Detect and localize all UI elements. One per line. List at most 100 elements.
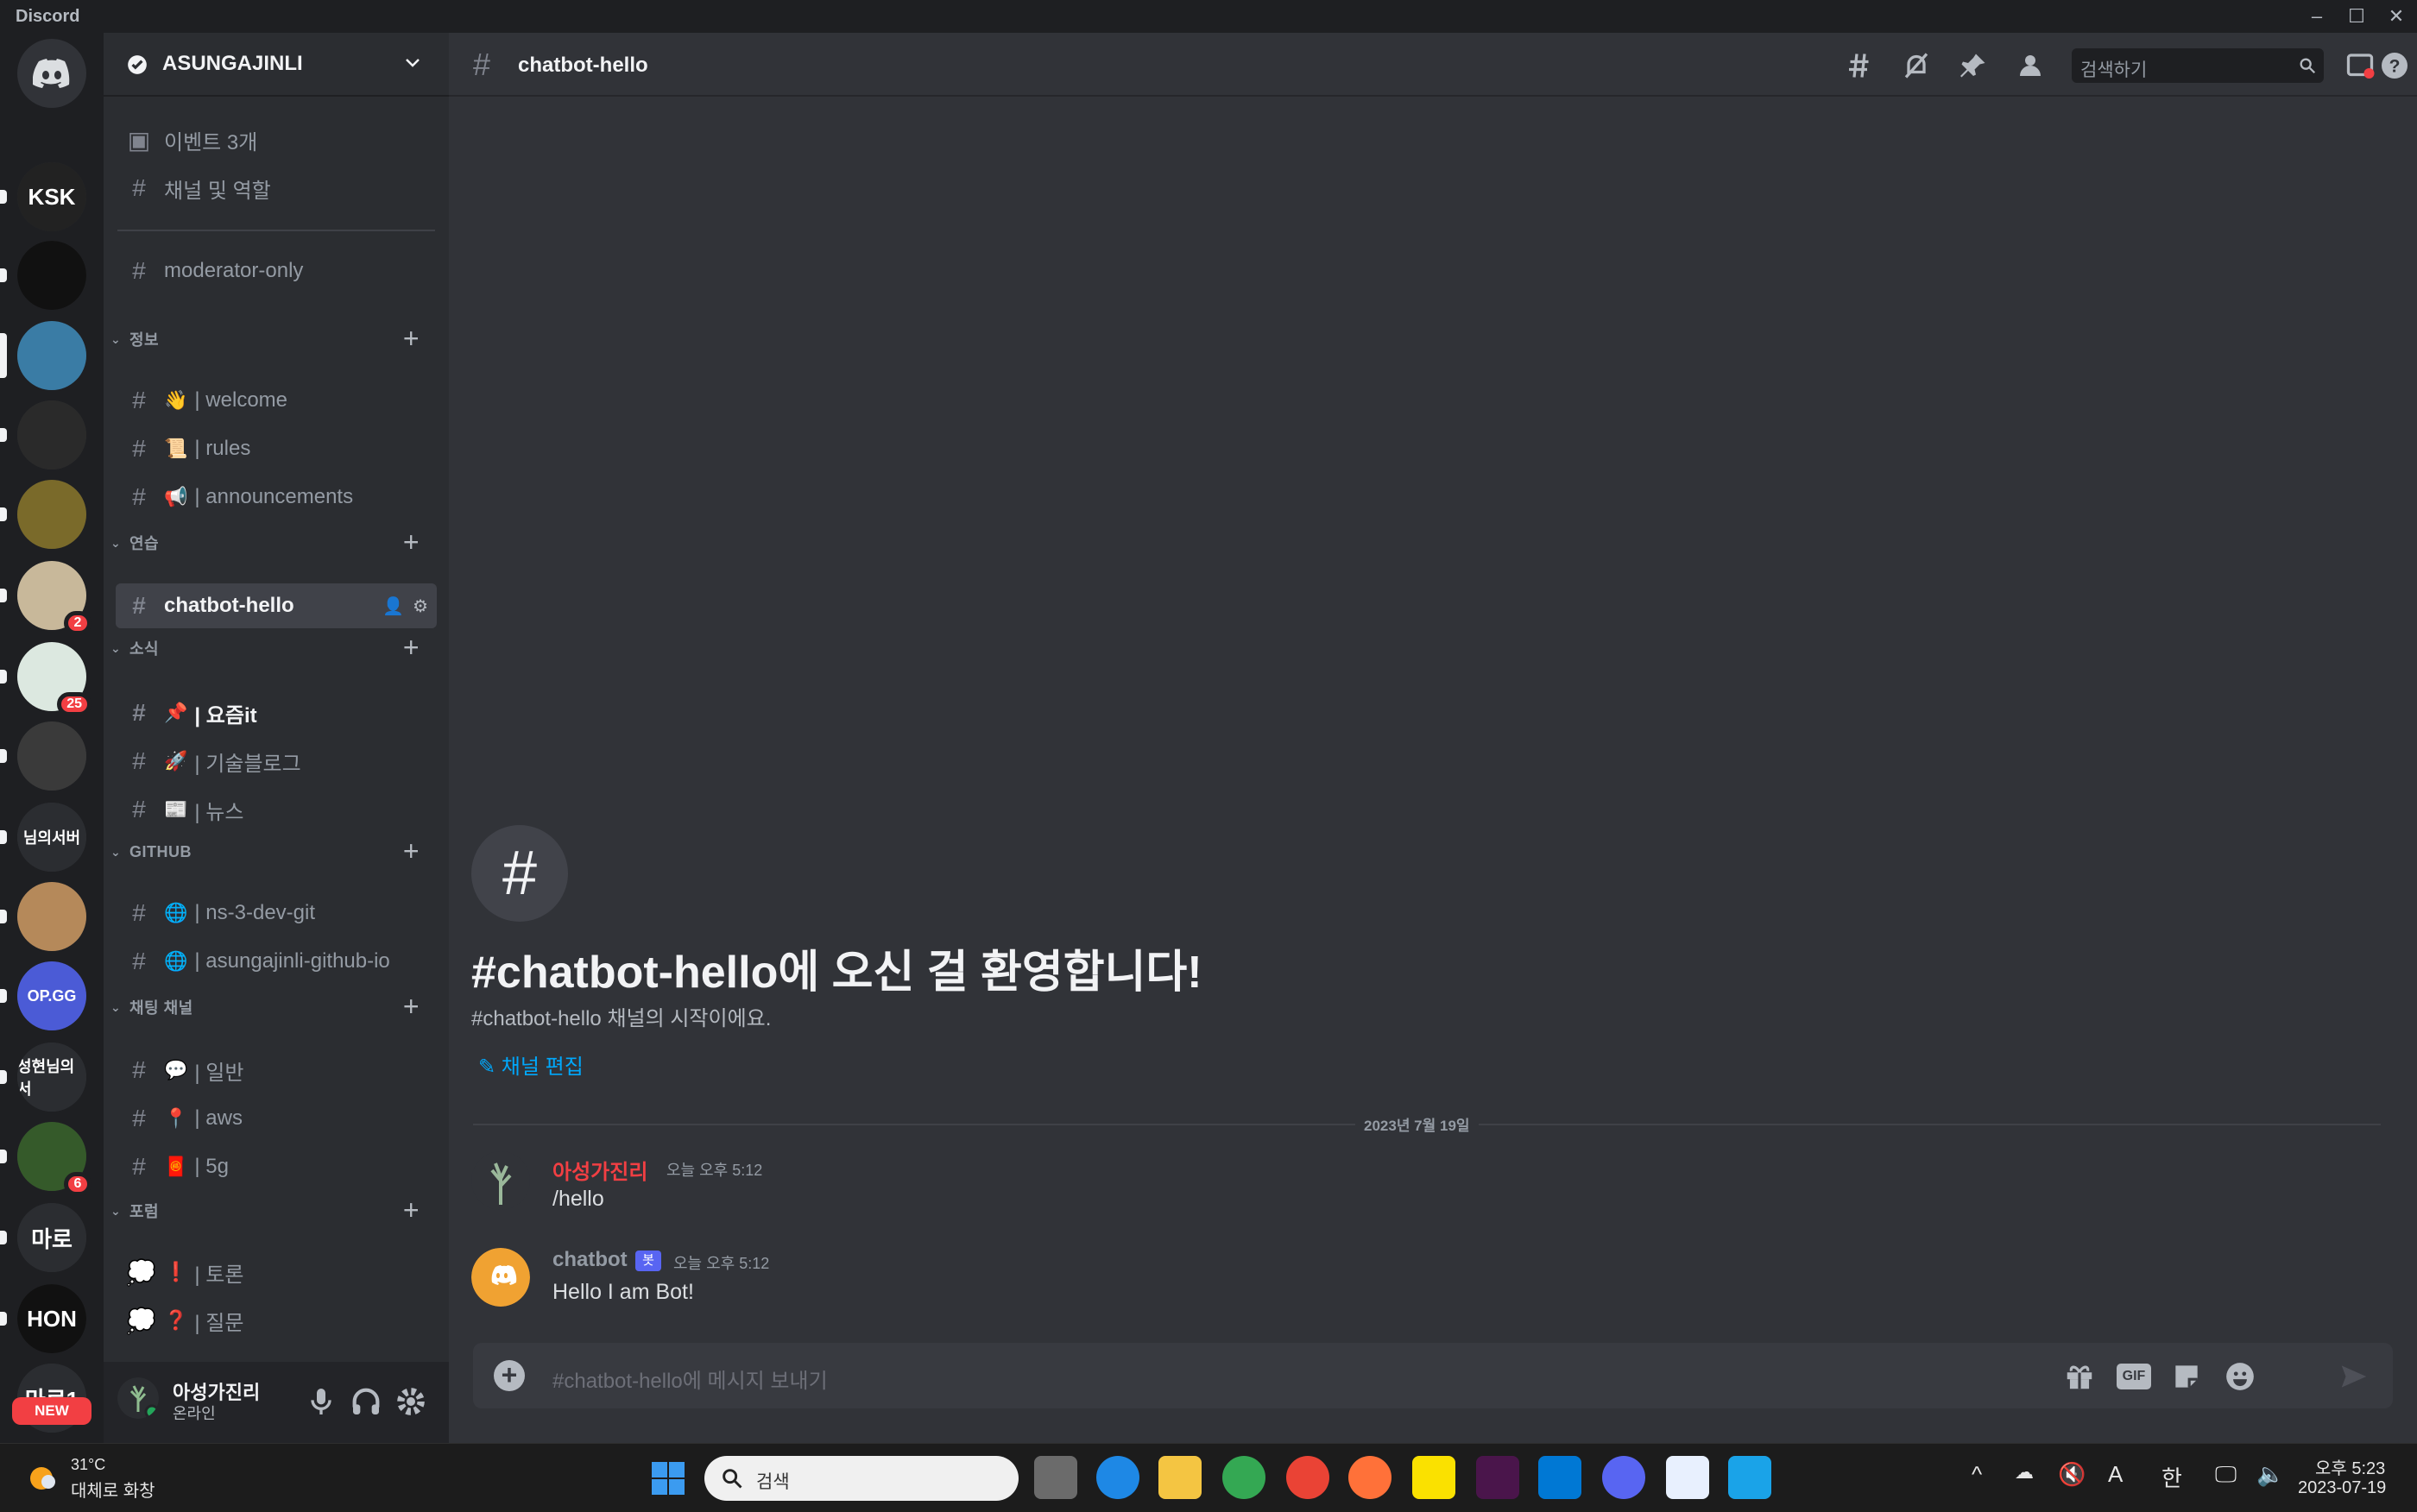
threads-icon[interactable]: [1844, 50, 1875, 81]
server-icon[interactable]: 님의서버: [17, 803, 86, 872]
os-taskbar: 31°C 대체로 화창 검색 ^ ☁ 🔇 A 한 🖵 🔈 오후 5:23 202…: [0, 1443, 2417, 1512]
vscode-icon[interactable]: [1538, 1456, 1581, 1499]
message-author[interactable]: chatbot: [552, 1248, 628, 1272]
gift-icon[interactable]: [2063, 1360, 2096, 1393]
create-channel-button[interactable]: +: [403, 1196, 420, 1224]
channel-item[interactable]: # 🌐 | asungajinli-github-io: [116, 939, 437, 984]
task-view-icon[interactable]: [1034, 1456, 1077, 1499]
category-header[interactable]: ⌄ GITHUB +: [109, 837, 445, 865]
discord-app-icon[interactable]: [1602, 1456, 1645, 1499]
kakaotalk-icon[interactable]: [1412, 1456, 1455, 1499]
category-header[interactable]: ⌄ 연습 +: [109, 528, 445, 556]
server-icon[interactable]: HON: [17, 1284, 86, 1353]
server-icon[interactable]: 25: [17, 642, 92, 716]
gear-icon[interactable]: ⚙: [413, 595, 428, 617]
channel-item[interactable]: # 📰 | 뉴스: [116, 787, 437, 832]
server-icon[interactable]: KSK: [17, 162, 86, 231]
edge-browser-icon[interactable]: [1096, 1456, 1139, 1499]
category-header[interactable]: ⌄ 채팅 채널 +: [109, 992, 445, 1020]
search-input[interactable]: 검색하기: [2072, 48, 2324, 83]
user-avatar[interactable]: [117, 1377, 159, 1419]
guild-header[interactable]: ASUNGAJINLI: [104, 33, 449, 97]
windows-start-icon[interactable]: [651, 1461, 685, 1496]
channel-item[interactable]: 💭 ❗ | 토론: [116, 1250, 437, 1295]
maximize-icon[interactable]: ☐: [2339, 3, 2374, 29]
channel-item[interactable]: # 💬 | 일반: [116, 1048, 437, 1093]
minimize-icon[interactable]: –: [2300, 3, 2334, 29]
channel-item[interactable]: # 📜 | rules: [116, 426, 437, 471]
bot-avatar[interactable]: [471, 1248, 530, 1307]
channel-item[interactable]: # 🌐 | ns-3-dev-git: [116, 891, 437, 936]
channel-item[interactable]: # 🧧 | 5g: [116, 1144, 437, 1189]
gif-button[interactable]: GIF: [2117, 1364, 2151, 1389]
create-channel-button[interactable]: +: [403, 633, 420, 661]
edit-channel-link[interactable]: ✎ 채널 편집: [478, 1049, 584, 1080]
channels-roles-item[interactable]: # 채널 및 역할: [116, 166, 437, 211]
cloud-icon[interactable]: ☁: [2015, 1461, 2034, 1484]
message-composer[interactable]: + #chatbot-hello에 메시지 보내기 GIF: [473, 1343, 2393, 1408]
inbox-icon[interactable]: [2344, 50, 2376, 81]
channel-item[interactable]: # 👋 | welcome: [116, 378, 437, 423]
font-a-label[interactable]: A: [2108, 1461, 2123, 1488]
server-icon[interactable]: [17, 400, 86, 469]
server-icon[interactable]: 6: [17, 1122, 92, 1196]
photos-icon[interactable]: [1666, 1456, 1709, 1499]
server-icon[interactable]: 성현님의서: [17, 1043, 86, 1112]
chrome-icon[interactable]: [1222, 1456, 1265, 1499]
file-explorer-icon[interactable]: [1158, 1456, 1202, 1499]
chrome-canary-icon[interactable]: [1286, 1456, 1329, 1499]
channel-item[interactable]: # 📌 | 요즘it: [116, 690, 437, 735]
gear-icon[interactable]: [394, 1384, 428, 1419]
create-channel-button[interactable]: +: [403, 324, 420, 352]
headphones-icon[interactable]: [349, 1384, 383, 1419]
server-icon[interactable]: 2: [17, 561, 92, 635]
server-icon[interactable]: 마로: [17, 1203, 86, 1272]
emoji-icon[interactable]: [2224, 1360, 2256, 1393]
taskbar-search-input[interactable]: 검색: [704, 1456, 1019, 1501]
weather-sun-icon[interactable]: [26, 1459, 60, 1494]
message-author[interactable]: 아성가진리: [552, 1155, 647, 1185]
send-icon[interactable]: [2338, 1360, 2370, 1393]
slack-icon[interactable]: [1476, 1456, 1519, 1499]
invite-icon[interactable]: 👤: [382, 595, 404, 617]
user-avatar[interactable]: [471, 1151, 530, 1210]
server-icon[interactable]: [17, 480, 86, 549]
firefox-icon[interactable]: [1348, 1456, 1392, 1499]
microphone-icon[interactable]: [304, 1384, 338, 1419]
category-header[interactable]: ⌄ 정보 +: [109, 324, 445, 352]
volume-muted-icon[interactable]: 🔈: [2256, 1461, 2284, 1488]
clock-date[interactable]: 2023-07-19: [2298, 1478, 2386, 1498]
chevron-down-icon[interactable]: [402, 52, 423, 72]
clock-time[interactable]: 오후 5:23: [2315, 1454, 2385, 1479]
direct-messages-button[interactable]: [17, 39, 86, 108]
channel-item[interactable]: # 📢 | announcements: [116, 475, 437, 520]
chevron-up-icon[interactable]: ^: [1972, 1461, 1982, 1488]
channel-item[interactable]: # 🚀 | 기술블로그: [116, 739, 437, 784]
server-icon[interactable]: [17, 721, 86, 791]
member-list-icon[interactable]: [2015, 50, 2046, 81]
sticker-icon[interactable]: [2170, 1360, 2203, 1393]
server-icon[interactable]: [17, 241, 86, 310]
close-icon[interactable]: ✕: [2379, 3, 2414, 29]
add-attachment-button[interactable]: +: [494, 1360, 525, 1391]
server-icon[interactable]: OP.GG: [17, 961, 86, 1030]
server-icon[interactable]: [17, 321, 86, 390]
network-icon[interactable]: 🖵: [2215, 1461, 2237, 1489]
events-item[interactable]: ▣ 이벤트 3개: [116, 117, 437, 162]
help-icon[interactable]: ?: [2379, 50, 2410, 81]
channel-item[interactable]: # chatbot-hello 👤 ⚙: [116, 583, 437, 628]
notepad-icon[interactable]: [1728, 1456, 1771, 1499]
pin-icon[interactable]: [1958, 50, 1989, 81]
create-channel-button[interactable]: +: [403, 992, 420, 1020]
create-channel-button[interactable]: +: [403, 528, 420, 556]
channel-item[interactable]: 💭 ❓ | 질문: [116, 1298, 437, 1343]
speaker-muted-icon[interactable]: 🔇: [2058, 1461, 2086, 1488]
category-header[interactable]: ⌄ 포럼 +: [109, 1196, 445, 1224]
server-icon[interactable]: [17, 882, 86, 951]
channel-moderator-only[interactable]: # moderator-only: [116, 249, 437, 293]
category-header[interactable]: ⌄ 소식 +: [109, 633, 445, 661]
create-channel-button[interactable]: +: [403, 837, 420, 865]
channel-item[interactable]: # 📍 | aws: [116, 1096, 437, 1141]
notification-muted-icon[interactable]: [1901, 50, 1932, 81]
ime-label[interactable]: 한: [2161, 1461, 2182, 1493]
